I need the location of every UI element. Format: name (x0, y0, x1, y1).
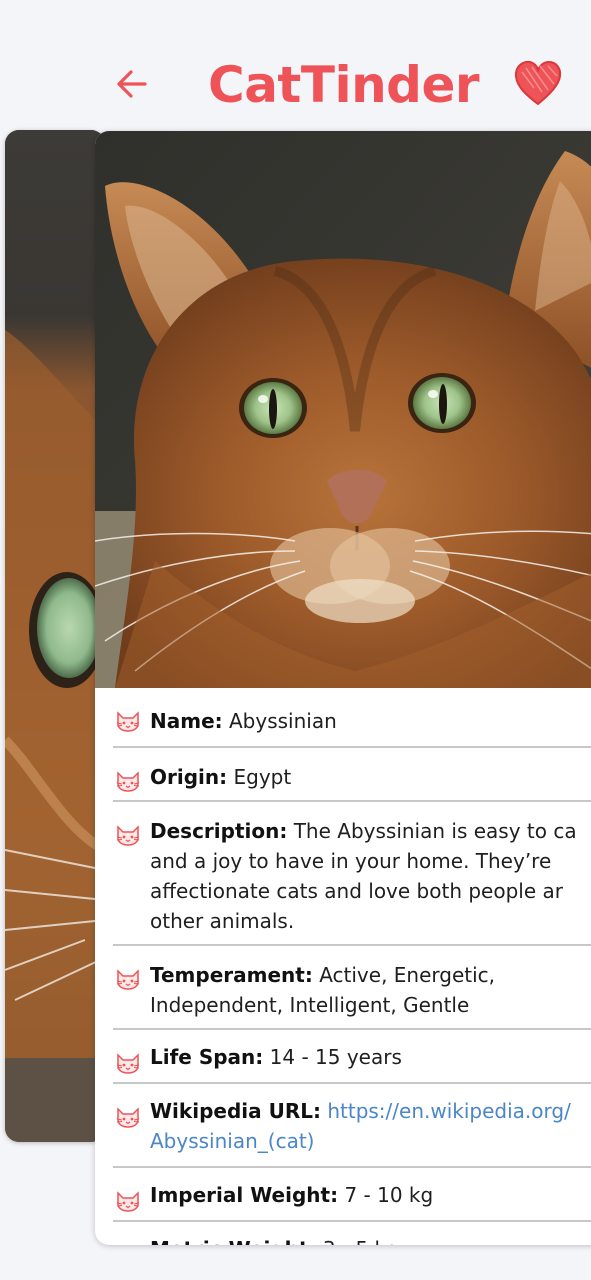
cat-face-icon (116, 969, 140, 990)
cat-face-icon (116, 1053, 140, 1074)
cat-face-icon (115, 1244, 141, 1245)
life-span-value: 14 - 15 years (269, 1045, 402, 1069)
cat-face-icon (116, 1107, 140, 1128)
info-row-life-span: Life Span: 14 - 15 years (113, 1030, 591, 1084)
breed-info-list: Name: Abyssinian Origin: Egypt Descripti… (95, 688, 591, 1245)
cat-face-icon (116, 1191, 140, 1212)
app-title: CatTinder (208, 56, 480, 114)
header: CatTinder (0, 0, 591, 128)
origin-label: Origin: (150, 765, 228, 789)
info-row-imperial-weight: Imperial Weight: 7 - 10 kg (113, 1168, 591, 1222)
description-label: Description: (150, 819, 288, 843)
cat-face-icon (116, 825, 140, 846)
origin-value: Egypt (233, 765, 292, 789)
imperial-weight-value: 7 - 10 kg (344, 1183, 434, 1207)
temperament-label: Temperament: (150, 963, 313, 987)
previous-card-bottom (5, 1058, 105, 1142)
name-value: Abyssinian (229, 709, 337, 733)
info-row-temperament: Temperament: Active, Energetic, Independ… (113, 946, 591, 1030)
info-row-wikipedia: Wikipedia URL: https://en.wikipedia.org/… (113, 1084, 591, 1168)
metric-weight-label: Metric Weight: (150, 1237, 316, 1245)
previous-cat-photo (5, 130, 105, 1060)
cat-tinder-screen: CatTinder Name: Abyssinian Origin: Egypt… (0, 0, 591, 1280)
info-row-origin: Origin: Egypt (113, 748, 591, 802)
cat-photo (95, 131, 591, 688)
cat-face-icon (116, 771, 140, 792)
imperial-weight-label: Imperial Weight: (150, 1183, 339, 1207)
name-label: Name: (150, 709, 223, 733)
wikipedia-label: Wikipedia URL: (150, 1099, 321, 1123)
heart-icon (514, 60, 562, 106)
metric-weight-value: 3 - 5 kg (323, 1237, 399, 1245)
arrow-left-icon (117, 70, 147, 98)
previous-cat-card[interactable] (5, 130, 105, 1142)
info-row-name: Name: Abyssinian (113, 688, 591, 748)
info-row-description: Description: The Abyssinian is easy to c… (113, 802, 591, 946)
cat-card[interactable]: Name: Abyssinian Origin: Egypt Descripti… (95, 131, 591, 1245)
life-span-label: Life Span: (150, 1045, 264, 1069)
cat-face-icon (116, 711, 140, 732)
back-button[interactable] (110, 62, 154, 106)
info-row-metric-weight: Metric Weight: 3 - 5 kg (113, 1222, 591, 1245)
